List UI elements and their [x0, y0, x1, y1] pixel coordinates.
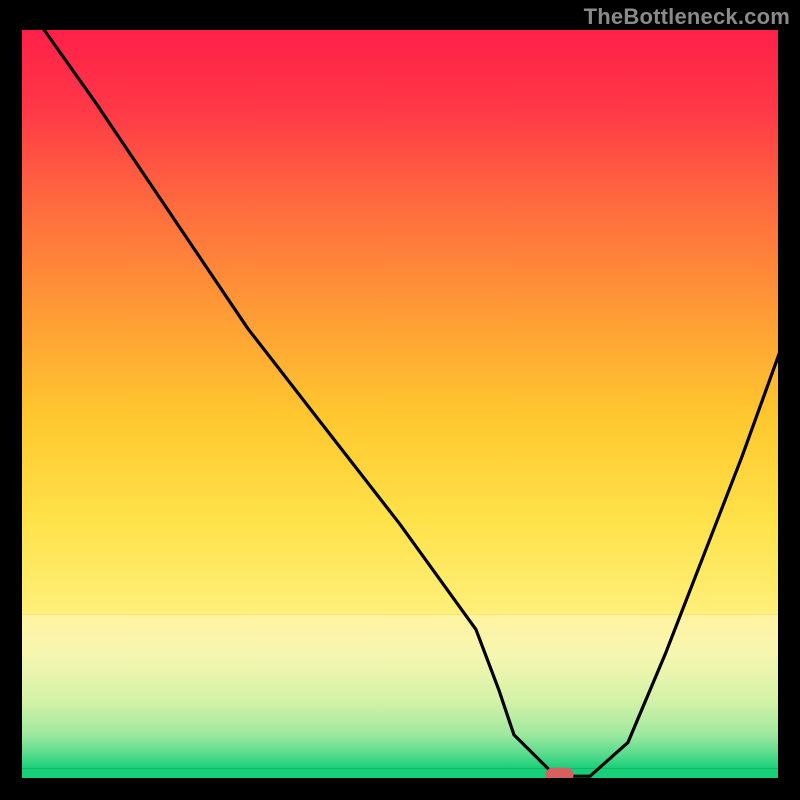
chart-container: TheBottleneck.com	[0, 0, 800, 800]
watermark-text: TheBottleneck.com	[584, 4, 790, 30]
lower-gradient-band	[20, 615, 780, 769]
bottleneck-chart	[0, 0, 800, 800]
